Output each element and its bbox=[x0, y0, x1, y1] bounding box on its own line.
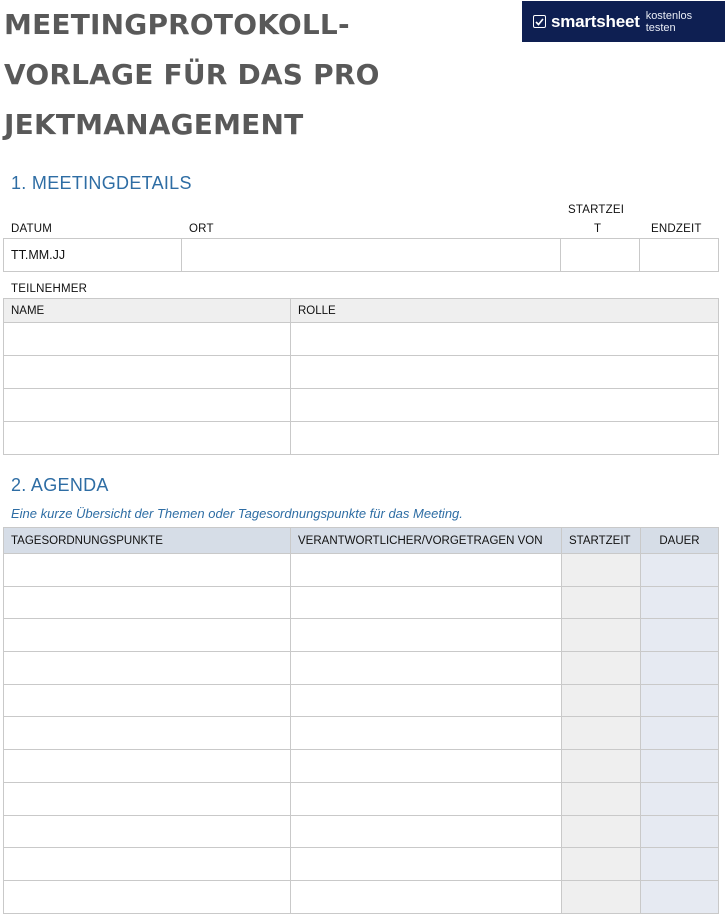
date-field[interactable]: TT.MM.JJ bbox=[3, 238, 182, 272]
agenda-start-time-cell[interactable] bbox=[561, 814, 641, 849]
agenda-start-time-cell[interactable] bbox=[561, 879, 641, 914]
agenda-duration-cell[interactable] bbox=[640, 585, 719, 620]
agenda-presenter-cell[interactable] bbox=[290, 553, 562, 587]
agenda-item-cell[interactable] bbox=[3, 585, 291, 620]
agenda-item-cell[interactable] bbox=[3, 651, 291, 685]
brand-name: smartsheet bbox=[550, 11, 640, 31]
agenda-presenter-cell[interactable] bbox=[290, 749, 562, 783]
agenda-item-cell[interactable] bbox=[3, 618, 291, 653]
agenda-item-cell[interactable] bbox=[3, 847, 291, 881]
participants-header-name: NAME bbox=[3, 298, 291, 323]
label-start-line1: STARTZEI bbox=[568, 204, 625, 216]
agenda-item-cell[interactable] bbox=[3, 879, 291, 914]
table-row bbox=[3, 716, 719, 751]
agenda-duration-cell[interactable] bbox=[640, 749, 719, 783]
end-time-field[interactable] bbox=[639, 238, 719, 272]
agenda-presenter-cell[interactable] bbox=[290, 585, 562, 620]
agenda-presenter-cell[interactable] bbox=[290, 847, 562, 881]
table-row bbox=[3, 781, 719, 816]
section-heading-agenda: 2. AGENDA bbox=[11, 475, 109, 495]
table-row bbox=[3, 749, 719, 783]
participant-role-cell[interactable] bbox=[290, 388, 719, 422]
agenda-start-time-cell[interactable] bbox=[561, 651, 641, 685]
agenda-item-cell[interactable] bbox=[3, 749, 291, 783]
agenda-presenter-cell[interactable] bbox=[290, 716, 562, 751]
agenda-start-time-cell[interactable] bbox=[561, 683, 641, 718]
agenda-start-time-cell[interactable] bbox=[561, 749, 641, 783]
table-row bbox=[3, 683, 719, 718]
agenda-start-time-cell[interactable] bbox=[561, 781, 641, 816]
agenda-duration-cell[interactable] bbox=[640, 716, 719, 751]
title-line-3: JEKTMANAGEMENT bbox=[4, 108, 304, 141]
agenda-start-time-cell[interactable] bbox=[561, 847, 641, 881]
page-title: MEETINGPROTOKOLL- VORLAGE FÜR DAS PRO JE… bbox=[4, 0, 380, 150]
label-location: ORT bbox=[189, 223, 214, 235]
table-row bbox=[3, 553, 719, 587]
trial-cta: kostenlos testen bbox=[645, 9, 693, 34]
agenda-duration-cell[interactable] bbox=[640, 683, 719, 718]
agenda-presenter-cell[interactable] bbox=[290, 651, 562, 685]
start-time-field[interactable] bbox=[560, 238, 640, 272]
agenda-item-cell[interactable] bbox=[3, 716, 291, 751]
table-row bbox=[3, 618, 719, 653]
agenda-duration-cell[interactable] bbox=[640, 618, 719, 653]
agenda-description: Eine kurze Übersicht der Themen oder Tag… bbox=[11, 506, 463, 521]
agenda-item-cell[interactable] bbox=[3, 553, 291, 587]
agenda-start-time-cell[interactable] bbox=[561, 716, 641, 751]
participants-table: NAME ROLLE bbox=[3, 298, 719, 455]
agenda-header-start-time: STARTZEIT bbox=[561, 527, 641, 554]
agenda-start-time-cell[interactable] bbox=[561, 618, 641, 653]
agenda-header-presenter: VERANTWORTLICHER/VORGETRAGEN VON bbox=[290, 527, 562, 554]
meeting-details-table: TT.MM.JJ bbox=[3, 238, 719, 272]
agenda-duration-cell[interactable] bbox=[640, 781, 719, 816]
label-participants: TEILNEHMER bbox=[11, 283, 88, 295]
participant-role-cell[interactable] bbox=[290, 355, 719, 389]
title-line-2: VORLAGE FÜR DAS PRO bbox=[4, 58, 380, 91]
agenda-item-cell[interactable] bbox=[3, 683, 291, 718]
label-end-time: ENDZEIT bbox=[651, 223, 702, 235]
title-line-1: MEETINGPROTOKOLL- bbox=[4, 8, 350, 41]
smartsheet-trial-banner[interactable]: smartsheet kostenlos testen bbox=[522, 1, 725, 42]
table-row bbox=[3, 585, 719, 620]
agenda-presenter-cell[interactable] bbox=[290, 879, 562, 914]
agenda-start-time-cell[interactable] bbox=[561, 585, 641, 620]
participant-name-cell[interactable] bbox=[3, 322, 291, 356]
agenda-duration-cell[interactable] bbox=[640, 847, 719, 881]
agenda-duration-cell[interactable] bbox=[640, 879, 719, 914]
agenda-presenter-cell[interactable] bbox=[290, 683, 562, 718]
participants-header-role: ROLLE bbox=[290, 298, 719, 323]
table-row bbox=[3, 651, 719, 685]
participant-role-cell[interactable] bbox=[290, 421, 719, 455]
table-row bbox=[3, 388, 719, 422]
table-row bbox=[3, 421, 719, 455]
agenda-duration-cell[interactable] bbox=[640, 651, 719, 685]
agenda-duration-cell[interactable] bbox=[640, 814, 719, 849]
section-heading-meeting-details: 1. MEETINGDETAILS bbox=[11, 173, 192, 193]
participant-name-cell[interactable] bbox=[3, 388, 291, 422]
table-row bbox=[3, 814, 719, 849]
participant-role-cell[interactable] bbox=[290, 322, 719, 356]
agenda-item-cell[interactable] bbox=[3, 814, 291, 849]
agenda-presenter-cell[interactable] bbox=[290, 618, 562, 653]
agenda-table: TAGESORDNUNGSPUNKTE VERANTWORTLICHER/VOR… bbox=[3, 527, 719, 914]
label-date: DATUM bbox=[11, 223, 53, 235]
label-start-line2: T bbox=[594, 223, 602, 235]
agenda-header-items: TAGESORDNUNGSPUNKTE bbox=[3, 527, 291, 554]
table-row bbox=[3, 322, 719, 356]
smartsheet-logo-icon bbox=[533, 15, 546, 28]
participant-name-cell[interactable] bbox=[3, 421, 291, 455]
agenda-duration-cell[interactable] bbox=[640, 553, 719, 587]
agenda-start-time-cell[interactable] bbox=[561, 553, 641, 587]
participant-name-cell[interactable] bbox=[3, 355, 291, 389]
table-row bbox=[3, 879, 719, 914]
agenda-presenter-cell[interactable] bbox=[290, 781, 562, 816]
table-row bbox=[3, 355, 719, 389]
agenda-item-cell[interactable] bbox=[3, 781, 291, 816]
agenda-presenter-cell[interactable] bbox=[290, 814, 562, 849]
agenda-header-duration: DAUER bbox=[640, 527, 719, 554]
location-field[interactable] bbox=[181, 238, 561, 272]
table-row bbox=[3, 847, 719, 881]
